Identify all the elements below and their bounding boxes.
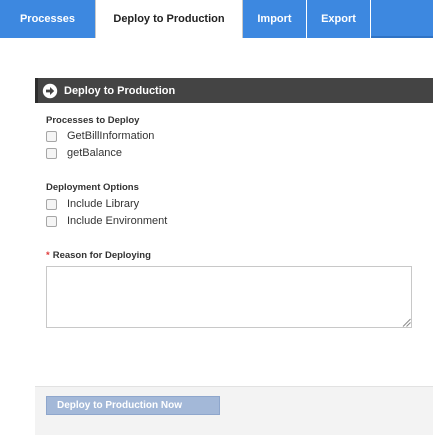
tab-separator — [370, 0, 371, 38]
process-checkbox-getbillinformation[interactable] — [46, 130, 57, 142]
section-title: Deploy to Production — [64, 84, 176, 97]
processes-label: Processes to Deploy — [46, 115, 140, 126]
tab-deploy-to-production[interactable]: Deploy to Production — [95, 0, 243, 38]
deployment-option: Include Environment — [46, 213, 167, 229]
section-header: Deploy to Production — [35, 78, 433, 103]
tab-bar: Processes Deploy to Production Import Ex… — [0, 0, 433, 38]
reason-label-text: Reason for Deploying — [52, 250, 151, 261]
process-checkbox-getbalance[interactable] — [46, 147, 57, 159]
include-environment-checkbox[interactable] — [46, 215, 57, 227]
include-library-checkbox[interactable] — [46, 198, 57, 210]
option-label: Include Environment — [67, 215, 168, 227]
arrow-circle-right-icon — [42, 83, 58, 99]
option-label: GetBillInformation — [67, 130, 155, 142]
deploy-to-production-now-button[interactable]: Deploy to Production Now — [46, 396, 220, 415]
tab-export[interactable]: Export — [307, 0, 370, 38]
resize-grip-icon[interactable] — [402, 318, 411, 327]
tab-processes[interactable]: Processes — [0, 0, 95, 38]
reason-textarea[interactable] — [46, 266, 412, 328]
deployment-options-label: Deployment Options — [46, 182, 139, 193]
process-option: getBalance — [46, 145, 122, 161]
option-label: getBalance — [67, 147, 123, 159]
option-label: Include Library — [67, 198, 140, 210]
deployment-option: Include Library — [46, 196, 139, 212]
process-option: GetBillInformation — [46, 128, 154, 144]
tab-import[interactable]: Import — [243, 0, 306, 38]
required-marker: * — [46, 250, 50, 261]
deploy-page: Processes Deploy to Production Import Ex… — [0, 0, 433, 435]
reason-label: * Reason for Deploying — [46, 250, 151, 261]
